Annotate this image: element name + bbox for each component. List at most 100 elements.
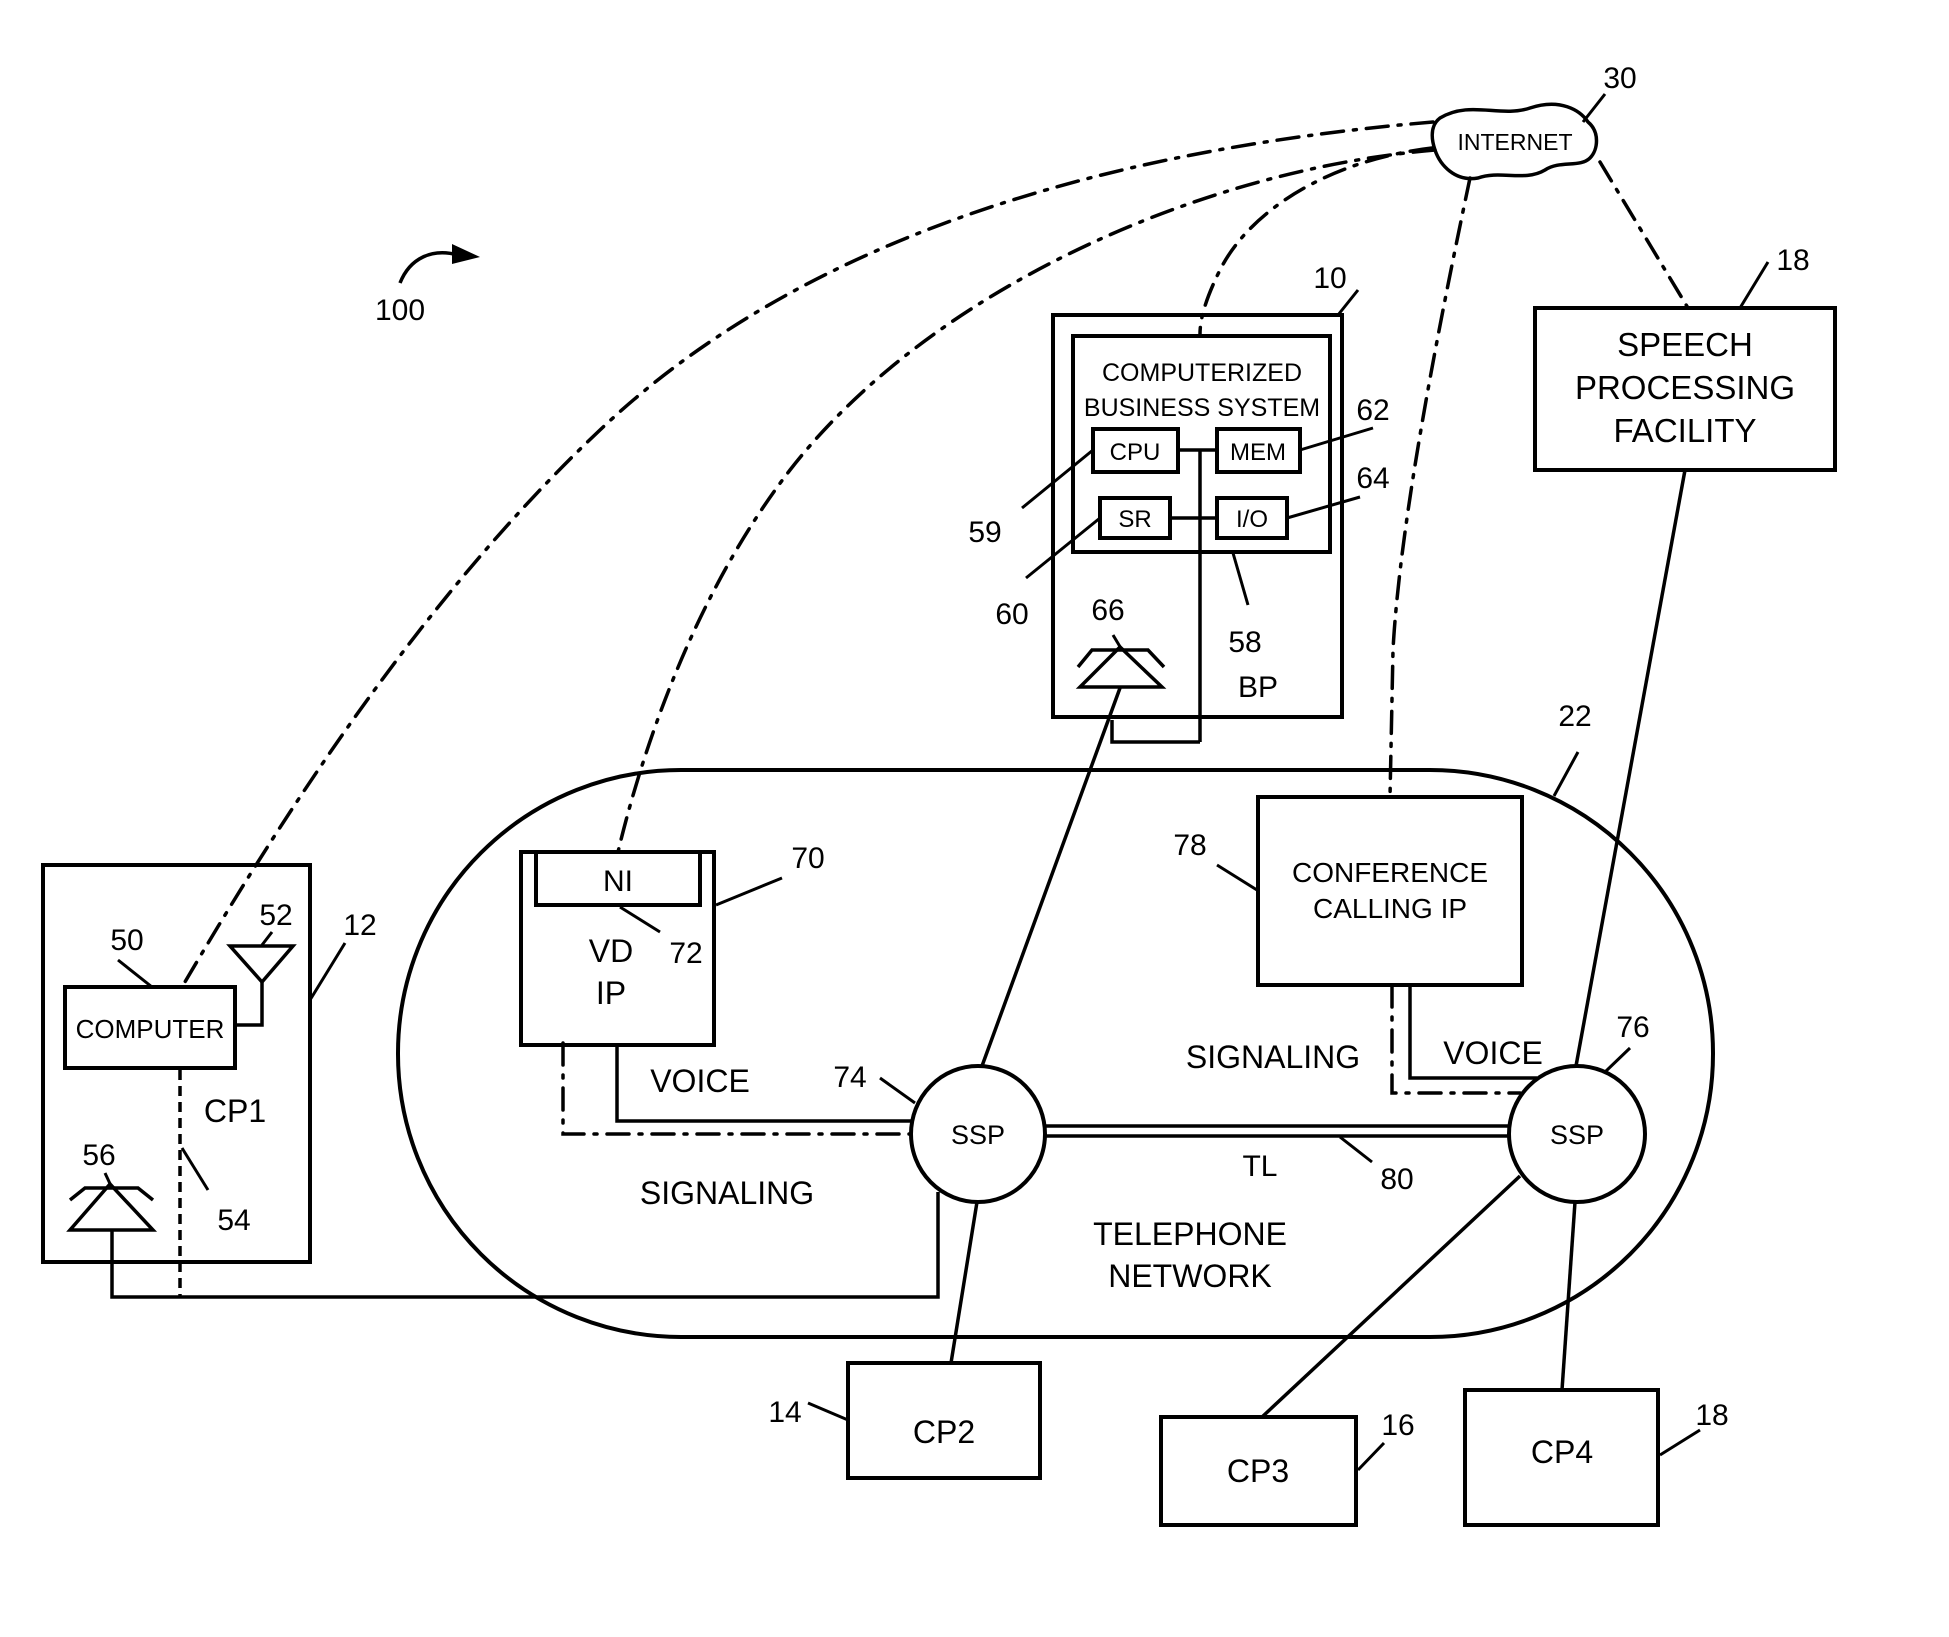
- cbs-title-line1: COMPUTERIZED: [1102, 359, 1302, 387]
- leader-18-cp4: [1659, 1428, 1701, 1457]
- ssp-right-label: SSP: [1550, 1120, 1604, 1150]
- ref-64: 64: [1356, 462, 1389, 495]
- leader-54: [180, 1147, 210, 1191]
- ref-18-speech: 18: [1776, 244, 1809, 277]
- telephone-network-line1: TELEPHONE: [1093, 1216, 1287, 1252]
- arrow-100: [398, 251, 459, 284]
- speech-line1: SPEECH: [1617, 326, 1753, 363]
- business-premises: 10 COMPUTERIZED BUSINESS SYSTEM CPU MEM …: [968, 262, 1390, 744]
- ssp-left-label: SSP: [951, 1120, 1005, 1150]
- ref-50: 50: [110, 924, 143, 957]
- ref-78: 78: [1173, 829, 1206, 862]
- ni-label: NI: [603, 865, 633, 898]
- speech-line2: PROCESSING: [1575, 369, 1795, 406]
- leader-80: [1339, 1135, 1373, 1164]
- link-bp-phone-ssp: [980, 687, 1122, 1067]
- ref-70: 70: [791, 842, 824, 875]
- leader-76: [1603, 1046, 1632, 1074]
- telephone-icon: [66, 1172, 158, 1232]
- link-ssp-cp3: [1260, 1174, 1522, 1419]
- computer-label: COMPUTER: [76, 1014, 225, 1044]
- ref-66: 66: [1091, 594, 1124, 627]
- leader-70: [715, 876, 783, 907]
- leader-78: [1216, 863, 1258, 892]
- voice-label-left: VOICE: [650, 1063, 750, 1099]
- ref-14: 14: [768, 1396, 801, 1429]
- customer-premises-cp2: CP2: [846, 1361, 1042, 1480]
- leader-12: [308, 942, 347, 1001]
- leader-16: [1356, 1441, 1386, 1472]
- leader-14: [807, 1401, 849, 1422]
- ref-56: 56: [82, 1139, 115, 1172]
- leader-18-speech: [1738, 261, 1770, 309]
- arrow-head-icon: [452, 244, 480, 264]
- io-label: I/O: [1236, 506, 1268, 533]
- leader-72: [619, 905, 661, 934]
- leader-60: [1025, 516, 1101, 580]
- bp-label: BP: [1238, 671, 1278, 704]
- ref-62: 62: [1356, 394, 1389, 427]
- ref-22: 22: [1558, 700, 1591, 733]
- telephone-icon: [1075, 634, 1167, 689]
- voice-label-right: VOICE: [1443, 1035, 1543, 1071]
- ref-10: 10: [1313, 262, 1346, 295]
- leader-50: [117, 958, 153, 989]
- cp2-label: CP2: [913, 1414, 975, 1450]
- customer-premises-cp1: COMPUTER 50 52 CP1 54 56: [41, 863, 312, 1297]
- conference-calling-ip: CONFERENCE CALLING IP 78: [1173, 795, 1524, 987]
- conference-line2: CALLING IP: [1313, 893, 1467, 924]
- signaling-label-left: SIGNALING: [640, 1175, 814, 1211]
- cpu-label: CPU: [1110, 439, 1161, 466]
- ref-72: 72: [669, 937, 702, 970]
- link-internet-vd-ni: [616, 148, 1437, 854]
- leader-58: [1231, 552, 1250, 606]
- leader-52: [260, 931, 274, 946]
- leader-59: [1021, 448, 1094, 510]
- cp4-label: CP4: [1531, 1434, 1593, 1470]
- ref-100: 100: [375, 294, 425, 327]
- link-internet-bp: [1198, 146, 1434, 336]
- ref-18-cp4: 18: [1695, 1399, 1728, 1432]
- customer-premises-cp3: CP3: [1159, 1415, 1358, 1527]
- vd-ip: NI VD IP 72 70: [519, 842, 825, 1047]
- ref-52: 52: [259, 899, 292, 932]
- leader-30: [1581, 93, 1607, 123]
- ref-74: 74: [833, 1061, 866, 1094]
- mem-label: MEM: [1230, 439, 1286, 466]
- network-diagram: INTERNET 30 100 10 COMPUTERIZED BUSINESS…: [41, 62, 1837, 1527]
- customer-premises-cp4: CP4: [1463, 1388, 1660, 1527]
- leader-62: [1299, 426, 1374, 452]
- ref-58: 58: [1228, 626, 1261, 659]
- link-speech-ssp: [1574, 469, 1687, 1067]
- internet-label: INTERNET: [1458, 129, 1573, 155]
- cp3-label: CP3: [1227, 1453, 1289, 1489]
- sr-label: SR: [1118, 506, 1151, 533]
- antenna-icon: [226, 944, 297, 1027]
- ref-16: 16: [1381, 1409, 1414, 1442]
- signaling-label-right: SIGNALING: [1186, 1039, 1360, 1075]
- link-internet-speech: [1598, 160, 1690, 310]
- link-internet-conference: [1388, 176, 1472, 799]
- leader-22: [1552, 751, 1580, 797]
- ref-54: 54: [217, 1204, 250, 1237]
- ssp-left: SSP: [909, 1064, 1047, 1204]
- leader-74: [879, 1076, 916, 1105]
- conference-line1: CONFERENCE: [1292, 857, 1488, 888]
- cbs-title-line2: BUSINESS SYSTEM: [1084, 394, 1320, 422]
- leader-64: [1286, 495, 1361, 520]
- ref-80: 80: [1380, 1163, 1413, 1196]
- ref-76: 76: [1616, 1011, 1649, 1044]
- ref-12: 12: [343, 909, 376, 942]
- speech-line3: FACILITY: [1613, 412, 1756, 449]
- telephone-network-line2: NETWORK: [1108, 1258, 1272, 1294]
- internet-cloud: INTERNET: [1430, 102, 1599, 181]
- ref-30: 30: [1603, 62, 1636, 95]
- vd-label: VD: [589, 933, 633, 969]
- speech-processing-facility: SPEECH PROCESSING FACILITY 18: [1533, 244, 1837, 472]
- trunk-label: TL: [1242, 1150, 1277, 1183]
- ref-60: 60: [995, 598, 1028, 631]
- ref-59: 59: [968, 516, 1001, 549]
- ssp-right: SSP: [1507, 1064, 1647, 1204]
- ip-label: IP: [596, 975, 626, 1011]
- cp1-label: CP1: [204, 1093, 266, 1129]
